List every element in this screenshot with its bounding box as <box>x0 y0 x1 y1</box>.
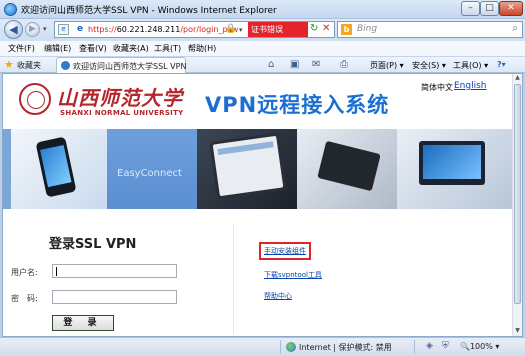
search-input[interactable]: Bing <box>357 24 377 34</box>
favorites-star-icon[interactable]: ★ <box>4 58 14 71</box>
university-name-cn: 山西师范大学 <box>57 86 183 110</box>
menu-tools[interactable]: 工具(T) <box>154 43 181 54</box>
easyconnect-label: EasyConnect <box>117 168 182 179</box>
scroll-thumb[interactable] <box>514 84 521 304</box>
lock-icon: 🔒 <box>225 24 237 34</box>
back-button[interactable]: ◀ <box>4 20 23 39</box>
tab-label: 欢迎访问山西师范大学SSL VPN <box>73 62 187 71</box>
security-zone-text[interactable]: Internet | 保护模式: 禁用 <box>299 342 392 353</box>
title-bar: 欢迎访问山西师范大学SSL VPN - Windows Internet Exp… <box>0 0 525 19</box>
ie-icon <box>4 3 17 16</box>
text-caret <box>56 267 57 276</box>
laptop-illustration <box>419 141 485 185</box>
page-content: 山西师范大学 SHANXI NORMAL UNIVERSITY VPN远程接入系… <box>2 73 523 337</box>
close-button[interactable]: ✕ <box>499 1 523 16</box>
language-english-link[interactable]: English <box>454 81 487 91</box>
mail-icon[interactable]: ✉ <box>312 59 320 70</box>
login-title: 登录SSL VPN <box>49 237 137 252</box>
menu-edit[interactable]: 编辑(E) <box>44 43 71 54</box>
address-dropdown-icon[interactable]: ▾ <box>239 26 243 34</box>
manual-install-link[interactable]: 手动安装组件 <box>259 242 311 260</box>
phone-illustration <box>35 136 77 198</box>
favorites-button[interactable]: 收藏夹 <box>17 60 41 71</box>
language-chinese[interactable]: 简体中文 <box>421 82 453 93</box>
menu-view[interactable]: 查看(V) <box>79 43 107 54</box>
password-label: 密 码: <box>11 294 38 303</box>
status-separator <box>280 340 281 354</box>
menu-bar: 文件(F) 编辑(E) 查看(V) 收藏夹(A) 工具(T) 帮助(H) <box>0 40 525 56</box>
status-separator <box>414 340 415 354</box>
url-scheme: https:// <box>88 25 117 34</box>
home-icon[interactable]: ⌂ <box>268 59 274 70</box>
search-icon[interactable]: ⌕ <box>512 23 518 34</box>
banner-laptop-image <box>397 129 513 209</box>
ie-page-icon: e <box>77 24 84 34</box>
refresh-icon[interactable]: ↻ <box>310 23 318 34</box>
username-input[interactable] <box>52 264 177 278</box>
menu-favorites[interactable]: 收藏夹(A) <box>113 43 149 54</box>
university-seal-logo <box>19 83 51 115</box>
help-center-link[interactable]: 帮助中心 <box>264 291 292 301</box>
banner: EasyConnect <box>3 129 513 209</box>
feeds-icon[interactable]: ▣ <box>290 59 299 70</box>
banner-device-image <box>297 129 397 209</box>
page-header: 山西师范大学 SHANXI NORMAL UNIVERSITY VPN远程接入系… <box>3 74 513 129</box>
search-box[interactable]: b Bing ⌕ <box>337 21 523 38</box>
password-input[interactable] <box>52 290 177 304</box>
maximize-button[interactable]: □ <box>480 1 499 16</box>
minimize-button[interactable]: – <box>461 1 480 16</box>
device-illustration <box>317 140 381 192</box>
system-title: VPN远程接入系统 <box>205 93 390 117</box>
menu-file[interactable]: 文件(F) <box>8 43 35 54</box>
compat-view-icon[interactable]: e <box>58 24 69 35</box>
url-host: 60.221.248.211 <box>116 25 181 34</box>
stop-icon[interactable]: ✕ <box>322 23 330 34</box>
tablet-illustration <box>209 132 287 200</box>
username-label: 用户名: <box>11 268 38 277</box>
download-svpntool-link[interactable]: 下载svpntool工具 <box>264 270 322 280</box>
tools-menu[interactable]: 工具(O) ▾ <box>453 60 488 71</box>
banner-tablet-image <box>197 129 297 209</box>
favorites-bar: ★ 收藏夹 欢迎访问山西师范大学SSL VPN ⌂ ▣ ✉ ⎙ 页面(P) ▾ … <box>0 56 525 74</box>
tab-favicon <box>61 61 70 70</box>
window-title: 欢迎访问山西师范大学SSL VPN - Windows Internet Exp… <box>21 6 277 16</box>
vertical-scrollbar[interactable]: ▲ ▼ <box>512 74 522 336</box>
internet-zone-icon <box>286 342 296 352</box>
forward-button[interactable]: ▶ <box>25 22 40 37</box>
history-dropdown-icon[interactable]: ▾ <box>43 25 47 33</box>
bing-icon: b <box>341 24 352 35</box>
pop-up-blocker-icon[interactable]: ◈ <box>426 341 433 351</box>
scroll-up-button[interactable]: ▲ <box>513 74 522 83</box>
address-bar[interactable]: e e https://60.221.248.211/por/login_psw… <box>54 21 335 38</box>
banner-phone-image <box>11 129 107 209</box>
navigation-bar: ◀ ▶ ▾ e e https://60.221.248.211/por/log… <box>0 19 525 40</box>
divider <box>233 224 234 334</box>
menu-help[interactable]: 帮助(H) <box>188 43 216 54</box>
scroll-down-button[interactable]: ▼ <box>513 327 522 336</box>
login-button[interactable]: 登 录 <box>52 315 114 331</box>
page-menu[interactable]: 页面(P) ▾ <box>370 60 404 71</box>
address-url[interactable]: https://60.221.248.211/por/login_psw <box>88 25 238 34</box>
banner-easyconnect-panel: EasyConnect <box>107 129 197 209</box>
safety-menu[interactable]: 安全(S) ▾ <box>412 60 446 71</box>
university-name-en: SHANXI NORMAL UNIVERSITY <box>60 109 184 117</box>
print-icon[interactable]: ⎙ <box>340 59 348 70</box>
certificate-error-button[interactable]: 证书错误 <box>248 22 308 37</box>
help-menu[interactable]: ?▾ <box>497 60 506 69</box>
tab-current[interactable]: 欢迎访问山西师范大学SSL VPN <box>56 57 186 74</box>
status-bar: Internet | 保护模式: 禁用 ◈ ⛨ 🔍100% ▾ <box>0 337 525 356</box>
zoom-level[interactable]: 🔍100% ▾ <box>460 342 499 351</box>
security-status-icon[interactable]: ⛨ <box>442 341 449 351</box>
